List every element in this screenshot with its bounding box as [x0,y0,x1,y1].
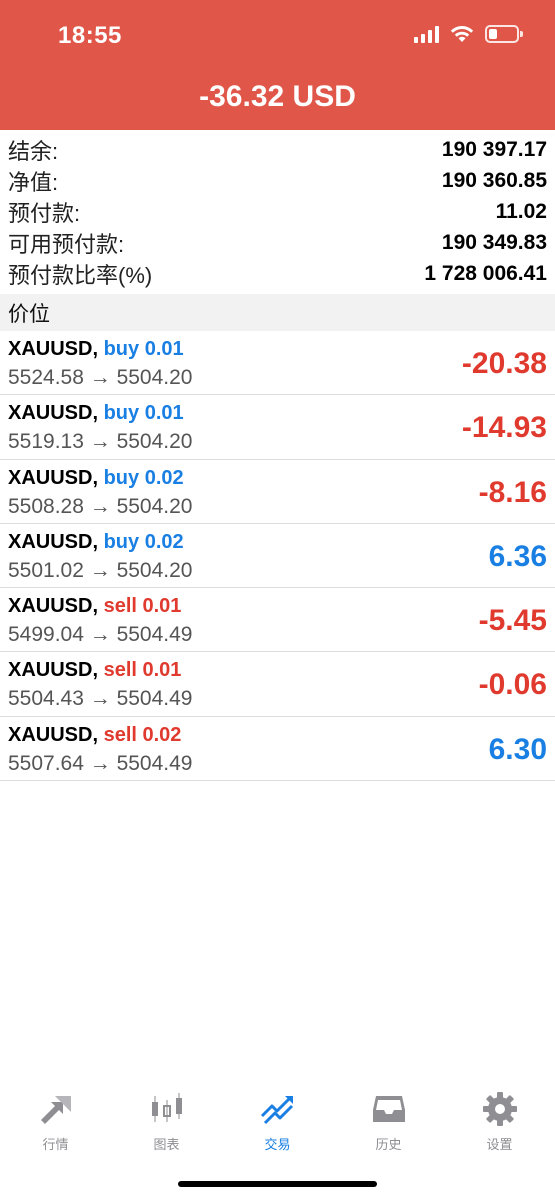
position-profit: -8.16 [478,475,547,509]
header: 18:55 -36.32 USD [0,0,555,130]
position-symbol: XAUUSD, [8,530,99,553]
position-row[interactable]: XAUUSD, sell 0.01 5504.43 → 5504.49 -0.0… [0,652,555,717]
home-indicator[interactable] [178,1181,377,1187]
status-time: 18:55 [58,22,122,49]
tab-label: 图表 [153,1137,180,1152]
tab-chart[interactable]: 图表 [111,1080,222,1160]
position-row[interactable]: XAUUSD, buy 0.01 5524.58 → 5504.20 -20.3… [0,331,555,396]
position-profit: 6.36 [488,539,547,573]
candlestick-chart-icon [151,1093,182,1122]
position-prices: 5508.28 → 5504.20 [8,494,193,518]
position-prices: 5524.58 → 5504.20 [8,366,193,389]
summary-row-margin: 预付款: 11.02 [0,196,555,227]
status-icons [414,24,523,44]
position-prices: 5504.43 → 5504.49 [8,687,193,711]
position-type-volume: sell 0.01 [103,659,182,682]
summary-row-margin-level: 预付款比率(%) 1 728 006.41 [0,258,555,289]
summary-row-equity: 净值: 190 360.85 [0,165,555,196]
summary-row-balance: 结余: 190 397.17 [0,134,555,165]
tab-label: 行情 [42,1137,69,1152]
margin-level-value: 1 728 006.41 [424,261,547,285]
position-symbol: XAUUSD, [8,723,99,746]
total-profit: -36.32 USD [199,80,356,113]
tab-label: 历史 [375,1137,402,1152]
position-prices: 5519.13 → 5504.20 [8,430,193,454]
position-type-volume: buy 0.01 [103,402,184,425]
position-symbol: XAUUSD, [8,338,99,360]
balance-label: 结余: [8,138,59,164]
balance-value: 190 397.17 [441,137,547,161]
cellular-signal-icon [414,25,439,43]
free-margin-value: 190 349.83 [441,230,547,254]
position-type-volume: sell 0.02 [103,723,182,746]
tab-settings[interactable]: 设置 [444,1080,555,1160]
position-type-volume: buy 0.02 [103,530,184,553]
trade-trend-icon [260,1096,293,1125]
status-bar: 18:55 [0,0,555,72]
tab-history[interactable]: 历史 [333,1080,444,1160]
account-summary: 结余: 190 397.17 净值: 190 360.85 预付款: 11.02… [0,134,555,289]
position-type-volume: sell 0.01 [103,595,182,618]
tab-quotes[interactable]: 行情 [0,1080,111,1160]
summary-row-free-margin: 可用预付款: 190 349.83 [0,227,555,258]
tab-trade[interactable]: 交易 [222,1080,333,1160]
position-symbol: XAUUSD, [8,466,99,489]
battery-icon [485,25,523,43]
margin-value: 11.02 [495,199,547,223]
position-row[interactable]: XAUUSD, sell 0.02 5507.64 → 5504.49 6.30 [0,717,555,782]
tab-bar: 行情 图表 交易 历史 设置 [0,1080,555,1160]
margin-level-label: 预付款比率(%) [8,262,153,288]
position-symbol: XAUUSD, [8,402,99,425]
position-prices: 5499.04 → 5504.49 [8,623,193,647]
margin-label: 预付款: [8,200,81,226]
position-row[interactable]: XAUUSD, buy 0.01 5519.13 → 5504.20 -14.9… [0,395,555,460]
tab-label: 交易 [264,1137,291,1152]
equity-label: 净值: [8,169,59,195]
quotes-arrows-icon [40,1096,71,1124]
position-prices: 5501.02 → 5504.20 [8,558,193,582]
position-symbol: XAUUSD, [8,659,99,682]
position-profit: -20.38 [461,347,547,380]
position-type-volume: buy 0.01 [103,338,184,360]
position-row[interactable]: XAUUSD, sell 0.01 5499.04 → 5504.49 -5.4… [0,588,555,653]
position-type-volume: buy 0.02 [103,466,184,489]
equity-value: 190 360.85 [441,168,547,192]
position-profit: -0.06 [478,668,547,702]
positions-section-header: 价位 [0,294,555,331]
position-prices: 5507.64 → 5504.49 [8,751,193,775]
position-profit: -5.45 [478,604,547,638]
position-profit: -14.93 [461,411,547,445]
positions-list: XAUUSD, buy 0.01 5524.58 → 5504.20 -20.3… [0,331,555,782]
position-symbol: XAUUSD, [8,595,99,618]
position-row[interactable]: XAUUSD, buy 0.02 5501.02 → 5504.20 6.36 [0,524,555,589]
history-inbox-icon [372,1096,405,1122]
position-profit: 6.30 [488,732,547,766]
wifi-icon [450,26,474,42]
position-row[interactable]: XAUUSD, buy 0.02 5508.28 → 5504.20 -8.16 [0,460,555,524]
gear-icon [482,1092,517,1126]
free-margin-label: 可用预付款: [8,231,125,257]
tab-label: 设置 [486,1137,513,1152]
